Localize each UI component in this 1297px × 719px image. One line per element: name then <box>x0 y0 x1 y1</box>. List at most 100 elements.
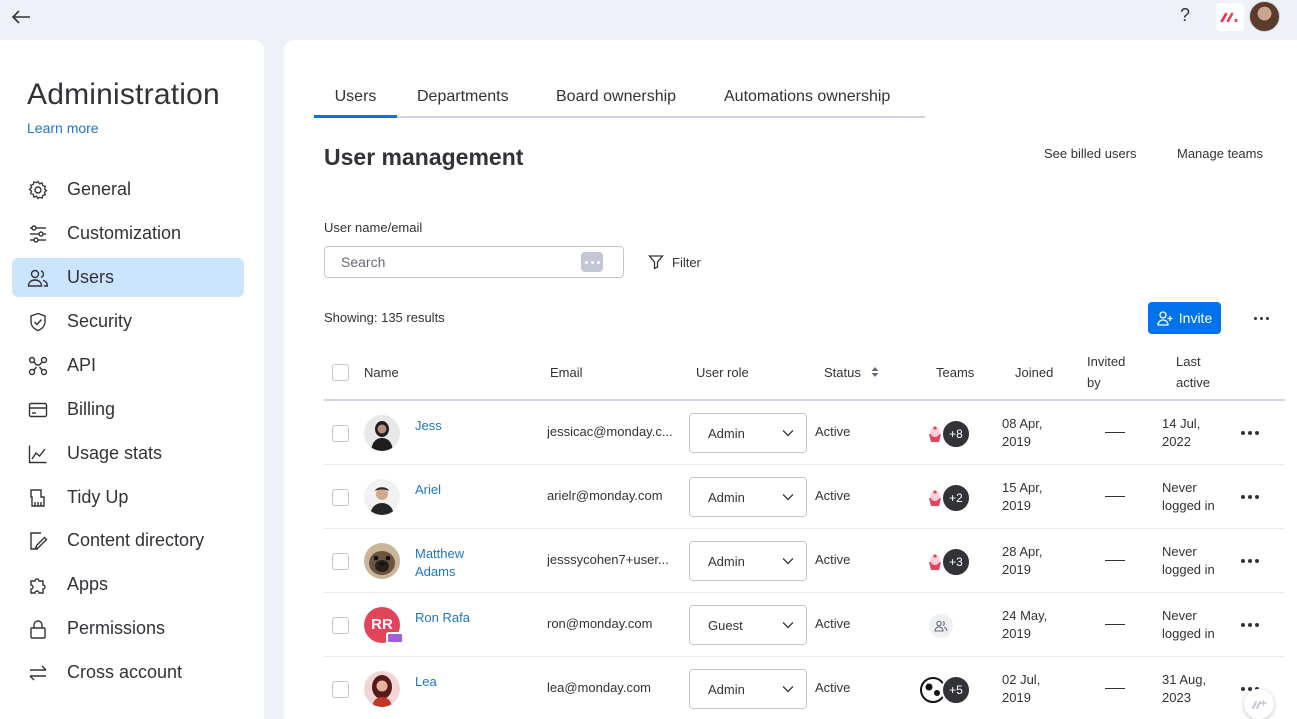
sidebar-item-label: Customization <box>67 223 182 243</box>
status-text: Active <box>815 680 851 695</box>
date-line: 2019 <box>1002 434 1031 449</box>
more-options-button[interactable] <box>1249 306 1273 330</box>
last-active-line: Never <box>1162 608 1197 623</box>
header-line: Invited <box>1087 354 1126 369</box>
avatar[interactable] <box>364 415 400 451</box>
select-all-checkbox[interactable] <box>332 364 349 381</box>
user-role-select[interactable]: Admin <box>689 477 807 517</box>
sliders-icon <box>27 223 49 245</box>
chevron-down-icon <box>782 494 794 501</box>
user-role-select[interactable]: Guest <box>689 605 807 645</box>
tab-board-ownership[interactable]: Board ownership <box>556 88 676 106</box>
teams-cell[interactable]: +5 <box>920 675 976 705</box>
user-role-select[interactable]: Admin <box>689 541 807 581</box>
back-button[interactable] <box>10 6 32 28</box>
sidebar-item-billing[interactable]: Billing <box>12 390 244 429</box>
sidebar-item-cross-account[interactable]: Cross account <box>12 653 244 692</box>
table-row: RR Ron Rafa ron@monday.com Guest Active … <box>324 593 1285 657</box>
avatar[interactable] <box>364 479 400 515</box>
chevron-down-icon <box>782 430 794 437</box>
chevron-down-icon <box>782 686 794 693</box>
assistant-button[interactable] <box>1244 689 1274 719</box>
tab-users[interactable]: Users <box>314 88 397 118</box>
user-email: ron@monday.com <box>547 616 653 631</box>
invited-by-empty-dash <box>1105 688 1125 689</box>
filter-button[interactable]: Filter <box>648 252 701 272</box>
top-bar: ? <box>0 0 1297 40</box>
user-role-select[interactable]: Admin <box>689 413 807 453</box>
users-icon <box>27 267 49 289</box>
broom-icon <box>27 487 49 509</box>
row-checkbox[interactable] <box>332 425 349 442</box>
header-line: Last <box>1176 354 1201 369</box>
swap-icon <box>27 662 49 684</box>
table-row: Jess jessicac@monday.c... Admin Active +… <box>324 401 1285 465</box>
row-more-options-button[interactable] <box>1238 615 1262 635</box>
column-header-last-active: Last active <box>1176 351 1210 393</box>
document-edit-icon <box>27 530 49 552</box>
user-email: arielr@monday.com <box>547 488 663 503</box>
last-active: Never logged in <box>1162 543 1215 579</box>
date-line: 2019 <box>1002 562 1031 577</box>
sidebar-item-general[interactable]: General <box>12 170 244 209</box>
avatar[interactable]: RR <box>364 607 404 644</box>
more-teams-badge: +5 <box>941 675 971 705</box>
row-checkbox[interactable] <box>332 681 349 698</box>
monday-logo[interactable] <box>1216 3 1244 31</box>
name-line: Matthew <box>415 546 465 561</box>
avatar-initials: RR <box>371 616 393 633</box>
last-active: Never logged in <box>1162 479 1215 515</box>
user-name-link[interactable]: Lea <box>415 673 485 691</box>
tab-departments[interactable]: Departments <box>417 88 509 106</box>
profile-avatar[interactable] <box>1249 1 1280 32</box>
sidebar-item-usage-stats[interactable]: Usage stats <box>12 434 244 473</box>
lock-icon <box>27 618 49 640</box>
avatar[interactable] <box>364 543 400 579</box>
row-checkbox[interactable] <box>332 489 349 506</box>
avatar[interactable] <box>364 671 400 707</box>
user-name-link[interactable]: Matthew Adams <box>415 545 485 581</box>
row-more-options-button[interactable] <box>1238 423 1262 443</box>
filter-icon <box>648 255 664 270</box>
sidebar-item-permissions[interactable]: Permissions <box>12 609 244 648</box>
table-row: Ariel arielr@monday.com Admin Active +2 … <box>324 465 1285 529</box>
sidebar-item-customization[interactable]: Customization <box>12 214 244 253</box>
row-more-options-button[interactable] <box>1238 487 1262 507</box>
last-active-line: logged in <box>1162 562 1215 577</box>
teams-cell[interactable]: +3 <box>926 547 976 577</box>
teams-cell[interactable]: +2 <box>926 483 976 513</box>
search-input[interactable] <box>333 251 573 273</box>
joined-date: 15 Apr, 2019 <box>1002 479 1042 515</box>
filter-label: Filter <box>672 254 701 270</box>
help-button[interactable]: ? <box>1180 5 1190 26</box>
user-name-link[interactable]: Jess <box>415 417 485 435</box>
sidebar-item-apps[interactable]: Apps <box>12 565 244 604</box>
see-billed-users-button[interactable]: See billed users <box>1044 146 1137 161</box>
sidebar-item-users[interactable]: Users <box>12 258 244 297</box>
manage-teams-button[interactable]: Manage teams <box>1177 146 1263 161</box>
learn-more-link[interactable]: Learn more <box>27 120 99 136</box>
tab-automations-ownership[interactable]: Automations ownership <box>724 88 890 106</box>
arrow-left-icon <box>11 10 30 24</box>
sidebar-item-content-directory[interactable]: Content directory <box>12 521 244 560</box>
role-value: Admin <box>708 490 745 505</box>
credit-card-icon <box>27 399 49 421</box>
chevron-down-icon <box>782 622 794 629</box>
user-name-link[interactable]: Ron Rafa <box>415 609 485 627</box>
user-name-link[interactable]: Ariel <box>415 481 485 499</box>
page-title: User management <box>324 144 524 170</box>
row-checkbox[interactable] <box>332 553 349 570</box>
last-active: 14 Jul, 2022 <box>1162 415 1200 451</box>
row-checkbox[interactable] <box>332 617 349 634</box>
sidebar-item-api[interactable]: API <box>12 346 244 385</box>
column-header-status[interactable]: Status <box>824 362 880 383</box>
sidebar-item-label: Permissions <box>67 618 166 638</box>
invite-button[interactable]: Invite <box>1148 302 1221 334</box>
teams-cell[interactable]: +8 <box>926 419 976 449</box>
row-more-options-button[interactable] <box>1238 551 1262 571</box>
sidebar-item-security[interactable]: Security <box>12 302 244 341</box>
date-line: 2019 <box>1002 626 1031 641</box>
user-role-select[interactable]: Admin <box>689 669 807 709</box>
teams-cell[interactable] <box>926 611 976 641</box>
sidebar-item-tidy-up[interactable]: Tidy Up <box>12 478 244 517</box>
